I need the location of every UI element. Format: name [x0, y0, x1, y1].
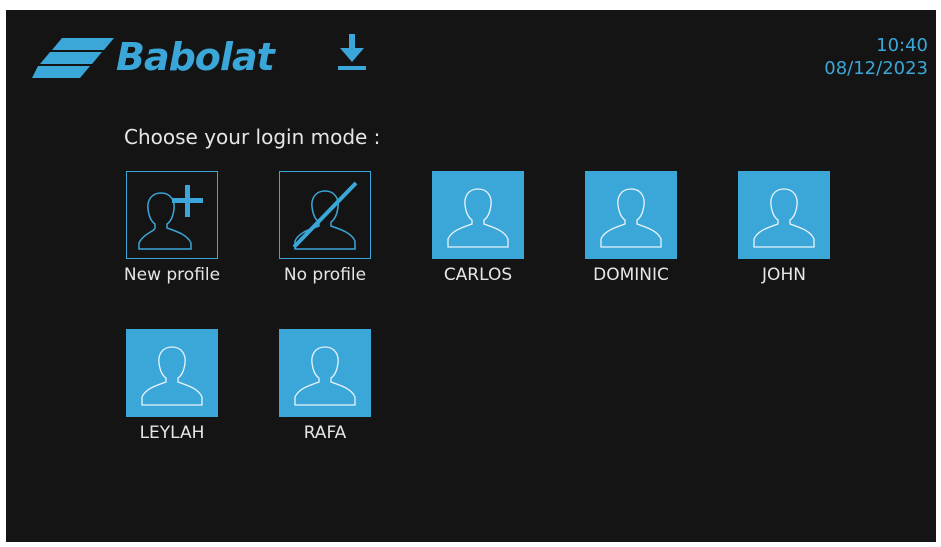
- profile-carlos-tile[interactable]: [432, 171, 524, 259]
- logo-stripes-icon: [32, 38, 114, 78]
- profile-carlos[interactable]: CARLOS: [413, 171, 543, 285]
- profile-rafa[interactable]: RAFA: [260, 329, 390, 443]
- no-profile-label: No profile: [283, 265, 367, 285]
- date-text: 08/12/2023: [824, 58, 928, 79]
- new-profile-option[interactable]: New profile: [107, 171, 237, 285]
- profile-john-tile[interactable]: [738, 171, 830, 259]
- user-icon: [141, 346, 203, 406]
- profile-leylah-tile[interactable]: [126, 329, 218, 417]
- profile-john-label: JOHN: [762, 265, 806, 285]
- user-icon: [600, 188, 662, 248]
- screen: Babolat 10:40 08/12/2023 Choose your log…: [6, 10, 936, 542]
- logo-text: Babolat: [116, 35, 275, 79]
- user-icon: [294, 346, 356, 406]
- download-icon[interactable]: [334, 32, 370, 72]
- new-profile-label: New profile: [123, 265, 221, 285]
- profile-leylah-label: LEYLAH: [139, 423, 205, 443]
- clock: 10:40 08/12/2023: [824, 34, 928, 80]
- profile-leylah[interactable]: LEYLAH: [107, 329, 237, 443]
- login-prompt: Choose your login mode :: [124, 125, 381, 149]
- no-profile-tile[interactable]: [279, 171, 371, 259]
- profile-john[interactable]: JOHN: [719, 171, 849, 285]
- user-icon: [753, 188, 815, 248]
- babolat-logo: Babolat: [32, 32, 372, 82]
- profile-rafa-label: RAFA: [303, 423, 347, 443]
- user-icon: [447, 188, 509, 248]
- add-user-icon: [138, 185, 203, 250]
- no-user-icon: [292, 181, 358, 250]
- profile-dominic-tile[interactable]: [585, 171, 677, 259]
- new-profile-tile[interactable]: [126, 171, 218, 259]
- time-text: 10:40: [876, 35, 928, 56]
- profile-dominic[interactable]: DOMINIC: [566, 171, 696, 285]
- profile-rafa-tile[interactable]: [279, 329, 371, 417]
- profile-dominic-label: DOMINIC: [593, 265, 669, 285]
- profile-carlos-label: CARLOS: [443, 265, 513, 285]
- no-profile-option[interactable]: No profile: [260, 171, 390, 285]
